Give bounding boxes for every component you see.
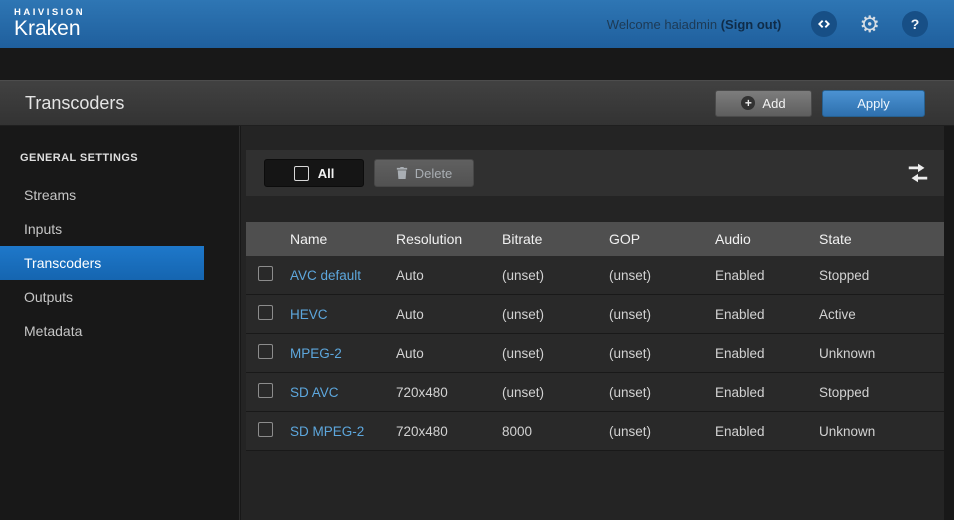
sidebar-item-outputs[interactable]: Outputs <box>0 280 204 314</box>
add-button[interactable]: + Add <box>715 90 812 117</box>
top-bar: HAIVISION Kraken Welcome haiadmin (Sign … <box>0 0 954 48</box>
page-title: Transcoders <box>0 93 124 114</box>
row-checkbox-cell <box>246 266 290 284</box>
cell-bitrate: (unset) <box>502 307 609 322</box>
cell-bitrate: (unset) <box>502 346 609 361</box>
cell-gop: (unset) <box>609 346 715 361</box>
cell-audio: Enabled <box>715 385 819 400</box>
sidebar-item-inputs[interactable]: Inputs <box>0 212 204 246</box>
table-toolbar: All Delete <box>246 150 944 196</box>
refresh-button[interactable] <box>906 161 930 185</box>
table-row: AVC default Auto (unset) (unset) Enabled… <box>246 256 944 295</box>
chevrons-icon <box>816 16 832 32</box>
sidebar-item-metadata[interactable]: Metadata <box>0 314 204 348</box>
cell-state: Stopped <box>819 268 944 283</box>
page-header: Transcoders + Add Apply <box>0 80 954 126</box>
sidebar: GENERAL SETTINGS Streams Inputs Transcod… <box>0 126 240 520</box>
row-checkbox[interactable] <box>258 344 273 359</box>
cell-resolution: 720x480 <box>396 385 502 400</box>
column-header-bitrate: Bitrate <box>502 231 609 247</box>
trash-icon <box>396 166 408 180</box>
cell-resolution: 720x480 <box>396 424 502 439</box>
help-icon: ? <box>911 16 920 32</box>
apply-button[interactable]: Apply <box>822 90 925 117</box>
row-checkbox[interactable] <box>258 305 273 320</box>
table-row: HEVC Auto (unset) (unset) Enabled Active <box>246 295 944 334</box>
row-checkbox-cell <box>246 422 290 440</box>
sidebar-item-transcoders[interactable]: Transcoders <box>0 246 204 280</box>
cell-resolution: Auto <box>396 268 502 283</box>
select-all-label: All <box>318 166 335 181</box>
app-window: HAIVISION Kraken Welcome haiadmin (Sign … <box>0 0 954 520</box>
column-header-resolution: Resolution <box>396 231 502 247</box>
sidebar-section-label: GENERAL SETTINGS <box>0 126 239 178</box>
cell-state: Active <box>819 307 944 322</box>
row-checkbox[interactable] <box>258 266 273 281</box>
table-header: Name Resolution Bitrate GOP Audio State <box>246 222 944 256</box>
settings-button[interactable]: ⚙ <box>859 13 880 36</box>
cell-gop: (unset) <box>609 424 715 439</box>
header-actions: + Add Apply <box>715 90 954 117</box>
sign-out-link[interactable]: (Sign out) <box>721 17 782 32</box>
status-button[interactable] <box>811 11 837 37</box>
cell-resolution: Auto <box>396 307 502 322</box>
welcome-text: Welcome haiadmin (Sign out) <box>607 17 782 32</box>
transcoder-name-link[interactable]: SD MPEG-2 <box>290 424 396 439</box>
row-checkbox-cell <box>246 344 290 362</box>
help-button[interactable]: ? <box>902 11 928 37</box>
app-logo[interactable]: HAIVISION Kraken <box>0 7 85 40</box>
brand-kraken: Kraken <box>14 18 85 40</box>
table-row: MPEG-2 Auto (unset) (unset) Enabled Unkn… <box>246 334 944 373</box>
transcoder-name-link[interactable]: MPEG-2 <box>290 346 396 361</box>
cell-resolution: Auto <box>396 346 502 361</box>
row-checkbox-cell <box>246 383 290 401</box>
cell-audio: Enabled <box>715 307 819 322</box>
column-header-name: Name <box>290 231 396 247</box>
cell-bitrate: (unset) <box>502 268 609 283</box>
delete-button[interactable]: Delete <box>374 159 474 187</box>
cell-state: Stopped <box>819 385 944 400</box>
cell-audio: Enabled <box>715 424 819 439</box>
select-all-button[interactable]: All <box>264 159 364 187</box>
cell-gop: (unset) <box>609 307 715 322</box>
cell-gop: (unset) <box>609 385 715 400</box>
top-bar-right: Welcome haiadmin (Sign out) ⚙ ? <box>607 11 954 37</box>
apply-button-label: Apply <box>857 96 890 111</box>
plus-circle-icon: + <box>741 96 755 110</box>
select-all-checkbox[interactable] <box>294 166 309 181</box>
cell-audio: Enabled <box>715 268 819 283</box>
row-checkbox-cell <box>246 305 290 323</box>
transcoder-name-link[interactable]: HEVC <box>290 307 396 322</box>
column-header-state: State <box>819 231 944 247</box>
table-row: SD AVC 720x480 (unset) (unset) Enabled S… <box>246 373 944 412</box>
transcoders-table: Name Resolution Bitrate GOP Audio State … <box>246 222 944 451</box>
transcoder-name-link[interactable]: AVC default <box>290 268 396 283</box>
cell-state: Unknown <box>819 346 944 361</box>
cell-bitrate: 8000 <box>502 424 609 439</box>
cell-gop: (unset) <box>609 268 715 283</box>
main-content: All Delete Name Resolution Bitrate <box>241 126 944 520</box>
refresh-icon <box>906 161 930 185</box>
row-checkbox[interactable] <box>258 383 273 398</box>
column-header-audio: Audio <box>715 231 819 247</box>
column-header-gop: GOP <box>609 231 715 247</box>
cell-state: Unknown <box>819 424 944 439</box>
table-row: SD MPEG-2 720x480 8000 (unset) Enabled U… <box>246 412 944 451</box>
row-checkbox[interactable] <box>258 422 273 437</box>
cell-bitrate: (unset) <box>502 385 609 400</box>
transcoder-name-link[interactable]: SD AVC <box>290 385 396 400</box>
gear-icon: ⚙ <box>859 11 880 37</box>
add-button-label: Add <box>762 96 785 111</box>
sidebar-item-streams[interactable]: Streams <box>0 178 204 212</box>
cell-audio: Enabled <box>715 346 819 361</box>
welcome-user-label: Welcome haiadmin <box>607 17 717 32</box>
delete-button-label: Delete <box>415 166 453 181</box>
